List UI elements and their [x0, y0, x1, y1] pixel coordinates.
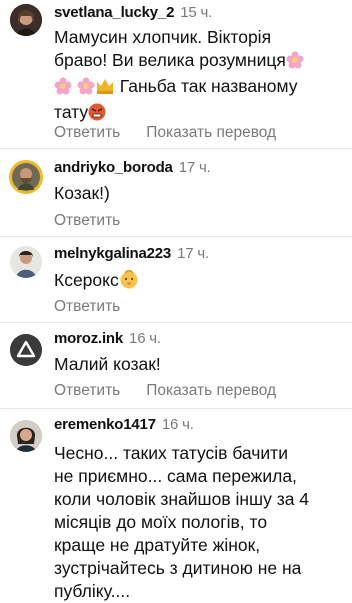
- comment-text: Мамусин хлопчик. Вікторія браво! Ви вели…: [54, 26, 346, 127]
- comment-text: Чесно... таких татусів бачити не приємно…: [54, 443, 310, 601]
- avatar-photo: [9, 160, 43, 194]
- reply-button[interactable]: Ответить: [54, 382, 120, 399]
- avatar[interactable]: [9, 160, 43, 194]
- avatar-photo: [10, 4, 42, 36]
- comment-time: 17 ч.: [178, 159, 211, 176]
- avatar[interactable]: [10, 420, 42, 452]
- reply-button[interactable]: Ответить: [54, 124, 120, 141]
- reply-button[interactable]: Ответить: [54, 212, 120, 229]
- comment-divider: [0, 236, 352, 237]
- comment-text: Малий козак!: [54, 354, 161, 374]
- comment-text: Ксерокс: [54, 269, 346, 295]
- comment-time: 16 ч.: [161, 416, 194, 433]
- flower-emoji-icon: [286, 51, 304, 75]
- flower-emoji-icon: [77, 77, 95, 101]
- reply-button[interactable]: Ответить: [54, 298, 120, 315]
- avatar-photo: [10, 420, 42, 452]
- comment-time: 16 ч.: [129, 330, 161, 347]
- comment-divider: [0, 408, 352, 409]
- crown-emoji-icon: [95, 77, 115, 101]
- comment-username[interactable]: eremenko1417 16 ч.: [54, 416, 194, 433]
- avatar-photo: [10, 246, 42, 278]
- comment-divider: [0, 148, 352, 149]
- show-translation-button[interactable]: Показать перевод: [146, 124, 276, 141]
- comment-username[interactable]: svetlana_lucky_2 15 ч.: [54, 4, 212, 21]
- comment-actions: Ответить: [54, 298, 120, 316]
- baby-face-emoji-icon: [119, 269, 139, 295]
- triangle-logo-icon: [10, 334, 42, 366]
- comment-username[interactable]: melnykgalina223 17 ч.: [54, 245, 209, 262]
- comment-actions: Ответить Показать перевод: [54, 124, 276, 142]
- comment-text: Козак!): [54, 183, 110, 203]
- comment-actions: Ответить: [54, 212, 120, 230]
- avatar[interactable]: [10, 334, 42, 366]
- comment-actions: Ответить Показать перевод: [54, 382, 276, 400]
- comment-divider: [0, 322, 352, 323]
- comment-time: 17 ч.: [177, 245, 209, 262]
- show-translation-button[interactable]: Показать перевод: [146, 382, 276, 399]
- comment-time: 15 ч.: [180, 4, 213, 21]
- comment-username[interactable]: andriyko_boroda 17 ч.: [54, 159, 211, 176]
- comment-username[interactable]: moroz.ink 16 ч.: [54, 330, 161, 347]
- avatar[interactable]: [10, 246, 42, 278]
- flower-emoji-icon: [54, 77, 72, 101]
- avatar[interactable]: [10, 4, 42, 36]
